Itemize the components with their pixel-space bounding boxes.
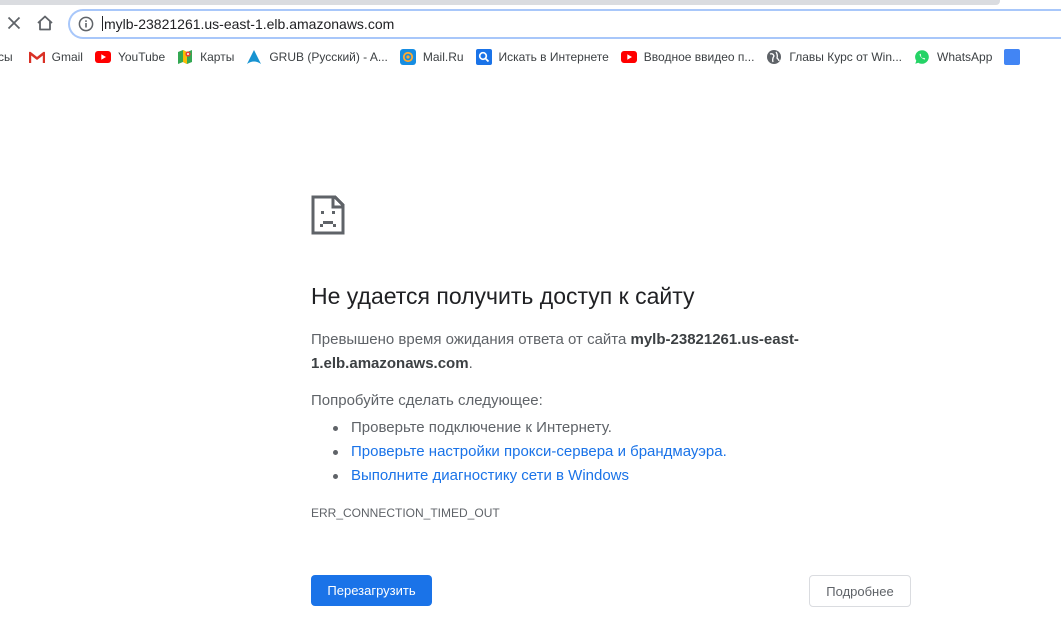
mailru-icon: [399, 49, 416, 65]
address-url: mylb-23821261.us-east-1.elb.amazonaws.co…: [104, 16, 395, 32]
details-button[interactable]: Подробнее: [809, 575, 911, 607]
bookmark-video[interactable]: Вводное ввидео п...: [615, 45, 761, 69]
bookmark-search[interactable]: Искать в Интернете: [470, 45, 615, 69]
error-description: Превышено время ожидания ответа от сайта…: [311, 328, 811, 376]
bookmark-label: Вводное ввидео п...: [643, 50, 755, 64]
suggestions-heading: Попробуйте сделать следующее:: [311, 392, 543, 409]
suggestion-diagnostics-link[interactable]: Выполните диагностику сети в Windows: [333, 464, 727, 488]
error-description-end: .: [468, 355, 473, 372]
bookmark-label: Карты: [200, 50, 235, 64]
sad-page-icon: [311, 195, 345, 235]
reload-button[interactable]: Перезагрузить: [311, 575, 432, 606]
youtube-icon: [94, 49, 111, 65]
info-icon[interactable]: [78, 16, 94, 32]
bookmark-youtube[interactable]: YouTube: [89, 45, 171, 69]
search-icon: [475, 49, 492, 65]
youtube-icon: [620, 49, 637, 65]
bookmark-apps[interactable]: сы: [0, 45, 19, 69]
bookmark-overflow[interactable]: [998, 45, 1021, 69]
suggestion-check-connection: Проверьте подключение к Интернету.: [333, 416, 727, 440]
suggestions-list: Проверьте подключение к Интернету. Прове…: [333, 416, 727, 488]
bookmark-mailru[interactable]: Mail.Ru: [394, 45, 470, 69]
bookmark-label: Искать в Интернете: [498, 50, 609, 64]
gmail-icon: [28, 49, 45, 65]
bookmark-maps[interactable]: Карты: [171, 45, 240, 69]
bookmark-label: Mail.Ru: [422, 50, 464, 64]
text-caret: [102, 16, 103, 31]
close-icon[interactable]: [1, 10, 27, 36]
bookmark-label: WhatsApp: [937, 50, 993, 64]
error-description-text: Превышено время ожидания ответа от сайта: [311, 331, 631, 348]
bookmark-label: сы: [0, 50, 13, 64]
globe-icon: [766, 49, 782, 65]
address-bar[interactable]: mylb-23821261.us-east-1.elb.amazonaws.co…: [68, 9, 1061, 39]
address-text[interactable]: mylb-23821261.us-east-1.elb.amazonaws.co…: [102, 16, 394, 32]
error-code: ERR_CONNECTION_TIMED_OUT: [311, 506, 500, 520]
browser-toolbar: mylb-23821261.us-east-1.elb.amazonaws.co…: [0, 0, 1061, 44]
bookmark-gmail[interactable]: Gmail: [23, 45, 89, 69]
bookmark-label: Gmail: [51, 50, 83, 64]
bookmark-label: Главы Курс от Win...: [789, 50, 903, 64]
bookmark-label: GRUB (Русский) - A...: [269, 50, 388, 64]
home-icon[interactable]: [32, 10, 58, 36]
whatsapp-icon: [914, 49, 930, 65]
bookmark-chapters[interactable]: Главы Курс от Win...: [760, 45, 908, 69]
tab-strip-edge: [0, 0, 1000, 5]
bookmark-whatsapp[interactable]: WhatsApp: [908, 45, 998, 69]
bookmarks-bar: сы Gmail YouTube Карты GRUB (Русский) - …: [0, 44, 1061, 70]
tab-strip: [0, 0, 1061, 6]
bookmark-icon-partial: [1004, 49, 1021, 65]
maps-icon: [177, 49, 193, 65]
bookmark-label: YouTube: [117, 50, 166, 64]
error-title: Не удается получить доступ к сайту: [311, 283, 695, 309]
suggestion-proxy-link[interactable]: Проверьте настройки прокси-сервера и бра…: [333, 440, 727, 464]
arch-icon: [246, 49, 262, 65]
bookmark-grub[interactable]: GRUB (Русский) - A...: [240, 45, 394, 69]
